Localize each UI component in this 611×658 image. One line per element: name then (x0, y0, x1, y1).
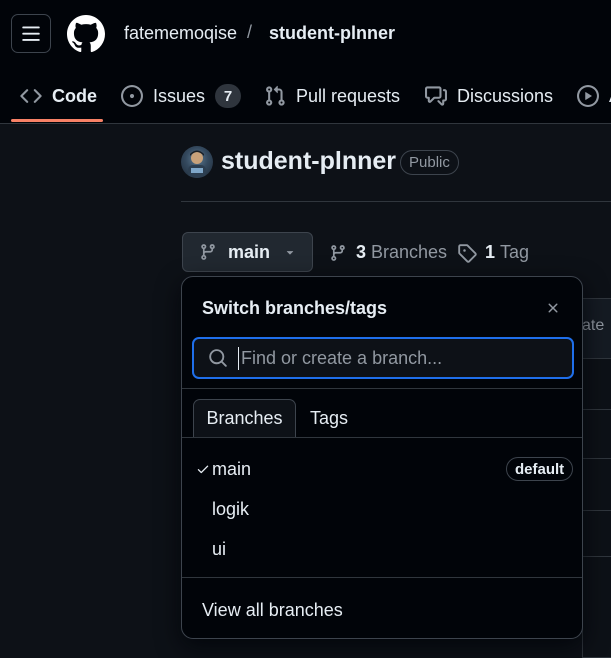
panel-divider (182, 577, 582, 578)
comment-discussion-icon (425, 85, 447, 107)
close-button[interactable] (542, 297, 564, 319)
tab-tags[interactable]: Tags (300, 399, 358, 437)
hamburger-menu-button[interactable] (11, 14, 51, 53)
repo-link[interactable]: student-plnner (269, 23, 395, 44)
file-row-divider (582, 556, 611, 557)
top-header: fatememoqise / student-plnner Code Issue… (0, 0, 611, 124)
owner-link[interactable]: fatememoqise (124, 23, 237, 44)
git-branch-icon (201, 244, 215, 260)
issues-count-badge: 7 (215, 84, 242, 108)
file-row-divider (582, 458, 611, 459)
view-all-branches-link[interactable]: View all branches (202, 600, 343, 621)
owner-avatar[interactable] (181, 146, 213, 178)
tab-issues[interactable]: Issues 7 (121, 70, 242, 122)
panel-title: Switch branches/tags (202, 298, 388, 318)
git-pull-request-icon (264, 85, 286, 107)
current-branch-label: main (228, 241, 271, 262)
tab-issues-label: Issues (153, 85, 206, 106)
git-branch-icon (331, 244, 345, 261)
tab-pull-requests[interactable]: Pull requests (264, 70, 400, 122)
default-branch-badge: default (506, 457, 574, 481)
issue-opened-icon (121, 85, 143, 107)
tab-branches[interactable]: Branches (193, 399, 296, 437)
selected-tab-indicator (11, 119, 103, 122)
triangle-down-icon (286, 251, 294, 255)
search-icon (209, 349, 227, 367)
panel-divider (182, 388, 582, 389)
title-divider (181, 201, 611, 202)
branch-name: logik (212, 498, 250, 519)
check-icon (196, 459, 212, 479)
tab-discussions[interactable]: Discussions (425, 70, 553, 122)
tag-count: 1 (485, 242, 496, 262)
branch-search-input[interactable] (238, 346, 558, 370)
branches-label: Branches (371, 242, 448, 262)
repo-nav-tabs: Code Issues 7 Pull requests Discussions (0, 70, 611, 124)
tab-code[interactable]: Code (20, 70, 97, 122)
panel-divider (182, 437, 582, 438)
tab-tags-label: Tags (309, 407, 349, 428)
repo-title[interactable]: student-plnner (221, 147, 396, 176)
branch-item-main[interactable]: main default (182, 449, 582, 489)
three-bars-icon (22, 26, 40, 41)
tab-branches-label: Branches (206, 408, 283, 428)
breadcrumb-separator: / (247, 22, 253, 42)
tags-label: Tag (500, 242, 530, 262)
tab-code-label: Code (52, 85, 97, 106)
code-icon (20, 85, 42, 107)
branch-search-field[interactable] (192, 337, 574, 379)
branch-name: main (212, 458, 252, 479)
github-logo-icon[interactable] (67, 15, 105, 53)
branch-switch-panel: Switch branches/tags Branches Tags main … (181, 276, 583, 639)
tag-icon (458, 243, 477, 263)
tab-actions[interactable]: A (577, 70, 611, 122)
play-icon (577, 85, 599, 107)
branch-item-ui[interactable]: ui (182, 529, 582, 569)
branch-item-logik[interactable]: logik (182, 489, 582, 529)
branch-select-button[interactable]: main (182, 232, 313, 272)
branch-name: ui (212, 538, 227, 559)
visibility-badge: Public (400, 150, 459, 175)
tab-pull-requests-label: Pull requests (296, 85, 401, 106)
file-row-divider (582, 510, 611, 511)
branch-count: 3 (356, 242, 367, 262)
branches-count-link[interactable]: 3 Branches (329, 242, 447, 263)
file-row-divider (582, 409, 611, 410)
tab-discussions-label: Discussions (457, 85, 554, 106)
tags-count-link[interactable]: 1 Tag (457, 242, 529, 263)
close-icon (548, 303, 558, 313)
avatar-image-icon (188, 150, 206, 178)
file-list-header-text: ate (582, 317, 605, 334)
